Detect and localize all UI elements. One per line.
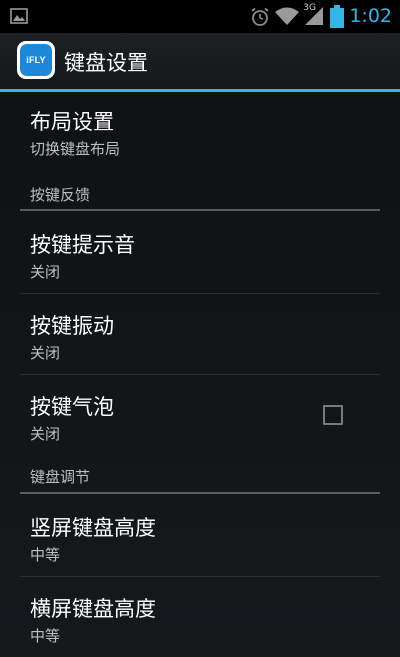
app-icon[interactable]: iFLY	[17, 41, 55, 79]
pref-portrait-keyboard-height[interactable]: 竖屏键盘高度 中等	[0, 494, 400, 576]
pref-key-popup[interactable]: 按键气泡 关闭	[0, 375, 400, 455]
pref-title: 横屏键盘高度	[30, 597, 156, 621]
status-time: 1:02	[349, 5, 392, 27]
pref-summary: 中等	[30, 627, 61, 645]
wifi-icon	[274, 6, 300, 30]
pref-summary: 关闭	[30, 263, 61, 281]
pref-summary: 关闭	[30, 425, 61, 443]
pref-layout-settings[interactable]: 布局设置 切换键盘布局	[0, 92, 400, 178]
alarm-icon	[250, 7, 270, 31]
category-key-feedback: 按键反馈	[30, 186, 91, 204]
battery-icon	[330, 5, 344, 32]
pref-title: 布局设置	[30, 110, 114, 134]
pref-landscape-keyboard-height[interactable]: 横屏键盘高度 中等	[0, 577, 400, 657]
pref-title: 按键提示音	[30, 233, 135, 257]
pref-summary: 切换键盘布局	[30, 140, 121, 158]
pref-summary: 关闭	[30, 344, 61, 362]
pref-key-sound[interactable]: 按键提示音 关闭	[0, 211, 400, 293]
page-title: 键盘设置	[64, 51, 148, 75]
pref-key-vibration[interactable]: 按键振动 关闭	[0, 294, 400, 374]
network-type-label: 3G	[303, 3, 316, 13]
status-bar: 3G 1:02	[0, 0, 400, 33]
pref-title: 竖屏键盘高度	[30, 516, 156, 540]
pref-summary: 中等	[30, 546, 61, 564]
key-popup-checkbox[interactable]	[323, 405, 343, 425]
pref-title: 按键气泡	[30, 395, 114, 419]
image-icon	[10, 8, 28, 24]
preferences-list: 布局设置 切换键盘布局 按键反馈 按键提示音 关闭 按键振动 关闭 按键气泡 关…	[0, 92, 400, 657]
category-keyboard-adjust: 键盘调节	[30, 468, 91, 486]
action-bar: iFLY 键盘设置	[0, 33, 400, 89]
app-icon-label: iFLY	[20, 44, 52, 76]
pref-title: 按键振动	[30, 314, 114, 338]
